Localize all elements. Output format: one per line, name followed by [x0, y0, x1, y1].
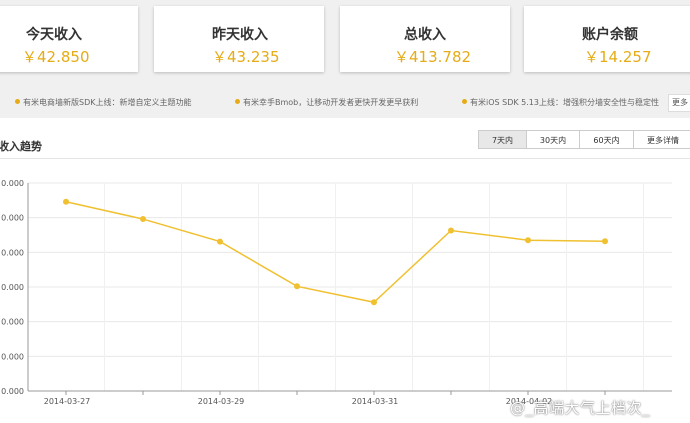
data-point — [525, 237, 531, 244]
y-tick-label: 0.000 — [1, 352, 24, 361]
data-point — [371, 299, 377, 306]
y-tick-label: 0.000 — [1, 387, 24, 396]
data-point — [448, 227, 454, 234]
x-tick-label: 2014-03-31 — [352, 397, 399, 406]
data-point — [63, 198, 69, 205]
y-tick-label: 0.000 — [1, 214, 24, 223]
y-tick-label: 0.000 — [1, 248, 24, 257]
y-tick-label: 0.000 — [1, 179, 24, 188]
watermark: @_高端大气上档次_ — [510, 399, 651, 417]
data-point — [294, 283, 300, 290]
y-tick-label: 0.000 — [1, 283, 24, 292]
x-tick-label: 2014-03-27 — [44, 397, 91, 406]
data-point — [140, 216, 146, 223]
y-tick-label: 0.000 — [1, 318, 24, 327]
income-line-chart: 0.000 0.000 0.000 0.000 0.000 0.000 0.000 2014-… — [1, 179, 672, 406]
data-point — [217, 238, 223, 245]
x-tick-label: 2014-03-29 — [198, 397, 245, 406]
data-point — [602, 238, 608, 245]
